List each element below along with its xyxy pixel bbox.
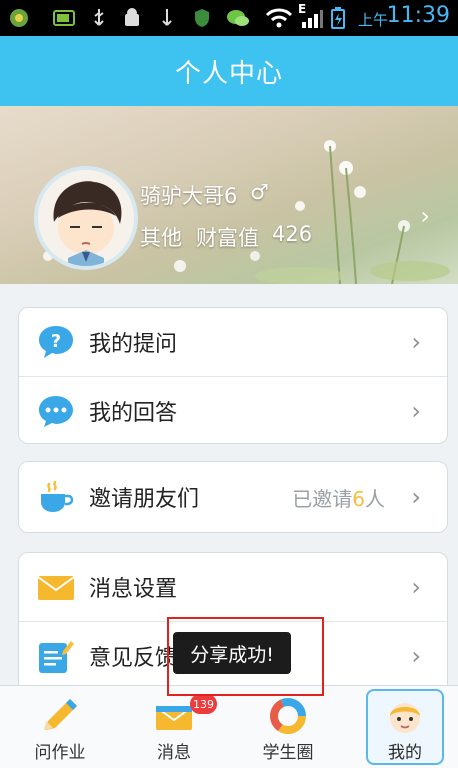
circle-ring-icon bbox=[270, 698, 306, 734]
feedback-edit-icon bbox=[39, 641, 74, 673]
tab-label: 问作业 bbox=[34, 743, 86, 763]
chat-bubble-icon bbox=[39, 396, 73, 427]
battery-app-icon bbox=[53, 10, 75, 26]
tab-label: 消息 bbox=[157, 743, 191, 763]
profile-role: 其他 bbox=[140, 226, 182, 250]
menu-item-label: 消息设置 bbox=[89, 577, 178, 602]
question-bubble-icon: ? bbox=[39, 326, 73, 358]
menu-item-message-settings[interactable]: 消息设置 › bbox=[19, 553, 447, 621]
invited-number: 6 bbox=[352, 486, 365, 511]
chevron-right-icon: › bbox=[411, 573, 421, 601]
profile-banner[interactable]: 骑驴大哥6 ♂ 其他 财富值 426 › bbox=[0, 106, 458, 284]
menu-item-invite-friends[interactable]: 邀请朋友们 已邀请6人 › bbox=[19, 462, 447, 532]
tab-label: 学生圈 bbox=[262, 743, 314, 763]
page-title: 个人中心 bbox=[174, 58, 283, 89]
toast-message: 分享成功! bbox=[173, 632, 291, 674]
status-ampm: 上午 bbox=[357, 11, 388, 29]
wealth-value: 426 bbox=[272, 222, 313, 246]
tab-ask-homework[interactable]: 问作业 bbox=[3, 686, 117, 768]
menu-item-label: 我的提问 bbox=[89, 332, 178, 357]
pencil-icon bbox=[44, 699, 77, 730]
svg-text:?: ? bbox=[51, 331, 61, 352]
usb-icon-2 bbox=[162, 9, 172, 26]
usb-icon bbox=[94, 9, 104, 26]
gender-icon: ♂ bbox=[250, 180, 269, 204]
envelope-icon bbox=[37, 576, 75, 600]
signal-icon bbox=[302, 10, 323, 28]
profile-name: 骑驴大哥6 bbox=[140, 184, 238, 208]
chevron-right-icon: › bbox=[411, 642, 421, 670]
title-bar: 个人中心 bbox=[0, 36, 458, 106]
invited-prefix: 已邀请 bbox=[292, 486, 353, 511]
message-count-badge: 139 bbox=[190, 694, 217, 714]
tab-label: 我的 bbox=[388, 743, 422, 763]
menu-item-label: 我的回答 bbox=[89, 401, 178, 426]
envelope-icon bbox=[155, 706, 193, 730]
qa-card: ? 我的提问 › 我的回答 › bbox=[18, 307, 448, 444]
wifi-icon bbox=[265, 8, 293, 28]
status-time: 11:39 bbox=[386, 3, 450, 28]
tab-student-circle[interactable]: 学生圈 bbox=[231, 686, 345, 768]
bottom-nav: 问作业 消息 139 学生圈 我的 bbox=[0, 685, 458, 768]
app-notification-icon bbox=[10, 9, 28, 27]
menu-item-label: 意见反馈 bbox=[89, 646, 178, 671]
wechat-icon bbox=[227, 10, 249, 26]
chevron-right-icon: › bbox=[411, 328, 421, 356]
shield-icon bbox=[195, 9, 209, 27]
chevron-right-icon: › bbox=[411, 397, 421, 425]
battery-icon bbox=[331, 7, 345, 29]
menu-item-my-questions[interactable]: ? 我的提问 › bbox=[19, 308, 447, 376]
chevron-right-icon: › bbox=[411, 483, 421, 511]
invite-card: 邀请朋友们 已邀请6人 › bbox=[18, 461, 448, 533]
menu-item-label: 邀请朋友们 bbox=[89, 487, 200, 512]
menu-item-my-answers[interactable]: 我的回答 › bbox=[19, 376, 447, 443]
tab-mine[interactable]: 我的 bbox=[348, 686, 458, 768]
invited-count: 已邀请6人 bbox=[292, 483, 385, 512]
wealth-label: 财富值 bbox=[196, 226, 259, 250]
avatar-face-illustration bbox=[38, 170, 134, 266]
avatar-face-icon bbox=[390, 703, 420, 733]
chevron-right-icon: › bbox=[420, 202, 430, 230]
status-bar: E 上午 11:39 bbox=[0, 0, 458, 36]
avatar[interactable] bbox=[34, 166, 138, 270]
invited-suffix: 人 bbox=[365, 486, 385, 511]
android-icon bbox=[125, 8, 139, 26]
cup-icon bbox=[41, 480, 74, 512]
